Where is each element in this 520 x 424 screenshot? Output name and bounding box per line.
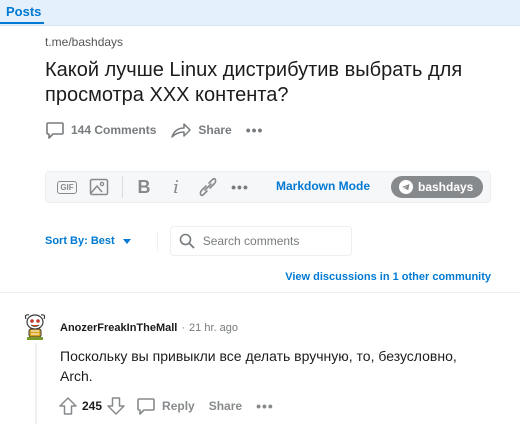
comment-share-button[interactable]: Share: [209, 399, 242, 413]
bold-icon: B: [137, 176, 151, 197]
toolbar-divider: [122, 176, 123, 198]
post-actions: 144 Comments Share •••: [45, 118, 263, 142]
italic-icon: i: [173, 176, 179, 198]
sort-dropdown[interactable]: Sort By: Best: [45, 235, 131, 247]
comment-body: Поскольку вы привыкли все делать вручную…: [60, 348, 457, 384]
comments-count-label: 144 Comments: [71, 123, 157, 137]
sort-search-bar: Sort By: Best Search comments: [45, 226, 491, 256]
comment-username[interactable]: AnozerFreakInTheMall: [60, 322, 177, 334]
markdown-mode-button[interactable]: Markdown Mode: [276, 179, 370, 193]
sort-divider: [156, 232, 158, 250]
image-icon: [89, 178, 109, 196]
active-tab-indicator: [0, 22, 44, 24]
share-label: Share: [198, 123, 232, 137]
comments-button[interactable]: 144 Comments: [45, 120, 156, 140]
tab-posts[interactable]: Posts: [6, 4, 41, 19]
header-separator: ·: [181, 322, 186, 334]
more-formatting-button[interactable]: •••: [227, 176, 253, 198]
vote-score: 245: [82, 399, 103, 413]
thread-line[interactable]: [35, 343, 37, 424]
search-placeholder: Search comments: [202, 234, 300, 248]
avatar[interactable]: [22, 311, 48, 341]
chevron-down-icon: [122, 238, 131, 244]
reply-button[interactable]: Reply: [136, 396, 195, 416]
italic-button[interactable]: i: [163, 176, 189, 198]
search-comments-input[interactable]: Search comments: [169, 226, 352, 256]
view-other-discussions-link[interactable]: View discussions in 1 other community: [285, 271, 491, 283]
downvote-icon[interactable]: [106, 396, 126, 416]
comment-more-button[interactable]: •••: [256, 398, 274, 414]
more-icon: •••: [231, 179, 249, 195]
sort-label: Sort By: Best: [45, 235, 115, 247]
comment-timestamp[interactable]: 21 hr. ago: [189, 322, 238, 334]
telegram-channel-pill[interactable]: bashdays: [391, 176, 484, 198]
comment-icon: [137, 398, 155, 415]
telegram-channel-label: bashdays: [418, 180, 474, 194]
comment-header: AnozerFreakInTheMall · 21 hr. ago: [60, 322, 238, 334]
search-icon: [179, 233, 195, 249]
gif-button[interactable]: GIF: [54, 176, 80, 198]
more-options-button[interactable]: •••: [246, 122, 264, 138]
telegram-icon: [399, 180, 413, 194]
image-button[interactable]: [86, 176, 112, 198]
share-icon: [171, 123, 192, 138]
link-icon: [199, 177, 217, 197]
upvote-icon[interactable]: [58, 396, 78, 416]
comment-icon: [46, 122, 64, 139]
section-divider: [0, 292, 520, 293]
bold-button[interactable]: B: [131, 176, 157, 198]
gif-icon: GIF: [57, 180, 77, 194]
link-button[interactable]: [195, 176, 221, 198]
post-title: Какой лучше Linux дистрибутив выбрать дл…: [45, 59, 463, 106]
comment-actions: 245 Reply Share •••: [58, 395, 274, 417]
share-button[interactable]: Share: [170, 120, 232, 140]
reply-label: Reply: [162, 399, 195, 413]
top-tab-bar: Posts: [0, 0, 520, 26]
comment-editor-toolbar: GIF B i ••• Markdown Mode bashdays: [45, 171, 491, 203]
post-source-link[interactable]: t.me/bashdays: [45, 35, 123, 49]
